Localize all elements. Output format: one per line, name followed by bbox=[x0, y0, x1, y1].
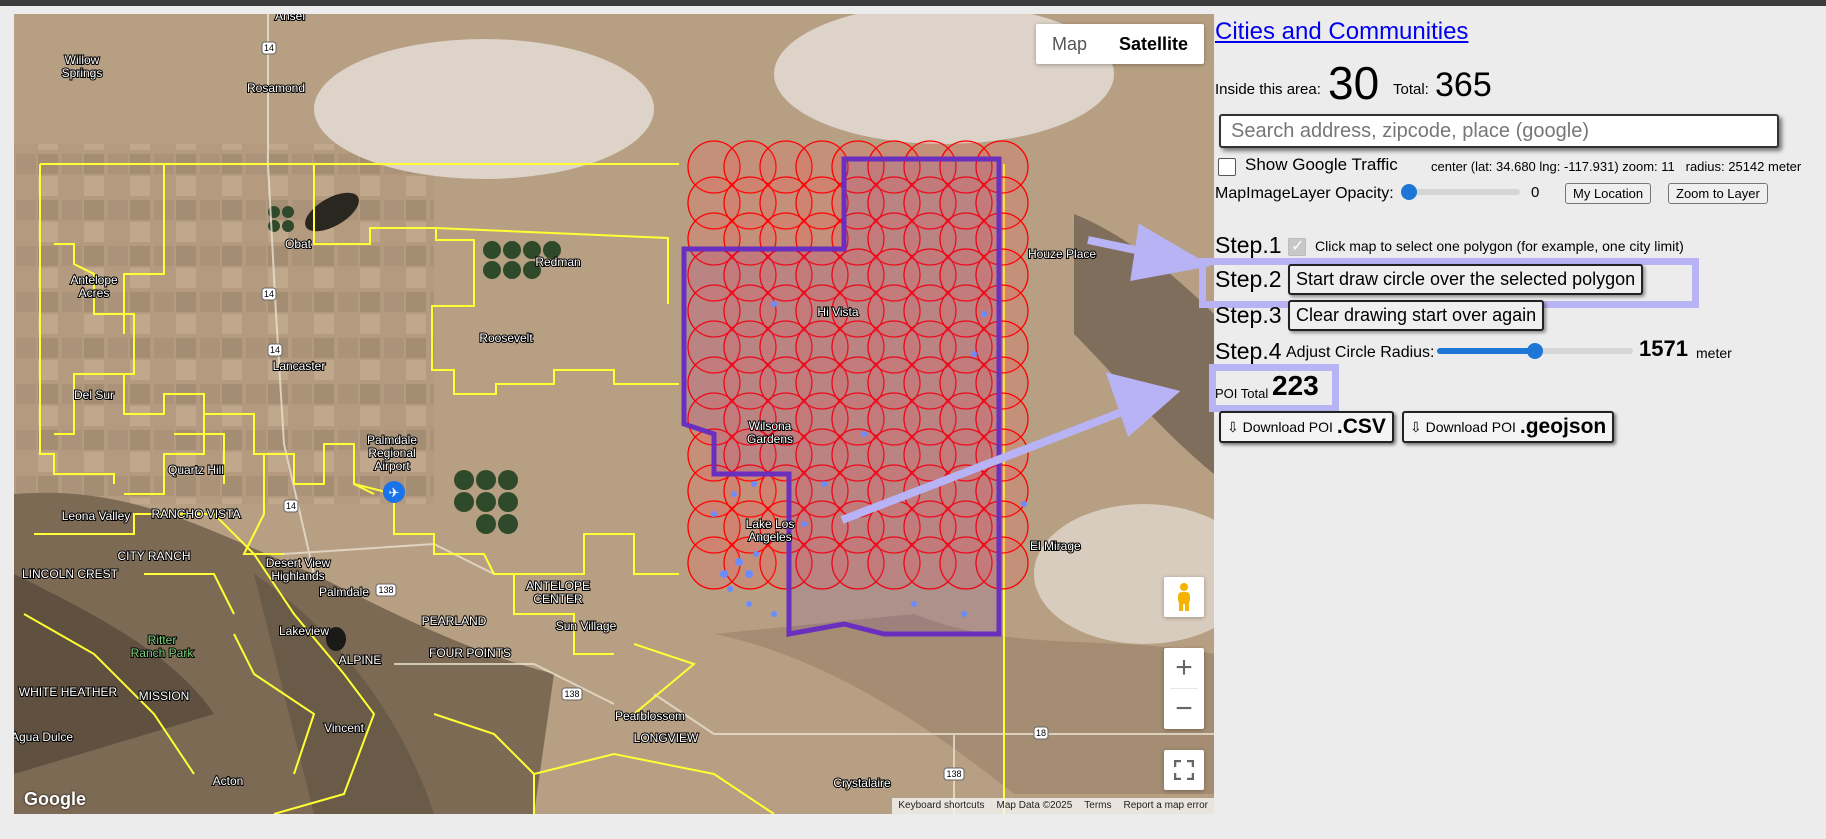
svg-text:138: 138 bbox=[378, 585, 393, 595]
clear-drawing-button[interactable]: Clear drawing start over again bbox=[1288, 300, 1545, 331]
inside-area-count: 30 bbox=[1328, 57, 1380, 109]
my-location-button[interactable]: My Location bbox=[1565, 183, 1652, 204]
download-csv-button[interactable]: ⇩ Download POI .CSV bbox=[1219, 411, 1394, 443]
map-label-wilsona: Wilsona Gardens bbox=[747, 419, 793, 446]
radius-value: 1571 bbox=[1639, 336, 1688, 361]
google-logo: Google bbox=[24, 789, 86, 809]
opacity-value: 0 bbox=[1531, 184, 1540, 201]
step1-label: Step.1 bbox=[1215, 232, 1282, 258]
report-map-error-link[interactable]: Report a map error bbox=[1118, 798, 1214, 814]
svg-text:14: 14 bbox=[264, 289, 274, 299]
map-label-anselr: Ansel bbox=[275, 14, 305, 23]
map-label-four-points: FOUR POINTS bbox=[429, 646, 511, 660]
radius-slider-fill bbox=[1437, 348, 1535, 354]
map-label-hi-vista: Hi Vista bbox=[817, 305, 858, 319]
street-view-pegman-icon[interactable] bbox=[1164, 577, 1204, 617]
download-csv-ext: .CSV bbox=[1336, 415, 1386, 438]
opacity-slider-track[interactable] bbox=[1405, 189, 1520, 195]
svg-text:✈: ✈ bbox=[389, 486, 400, 501]
svg-text:14: 14 bbox=[286, 501, 296, 511]
map-label-lakeview: Lakeview bbox=[279, 624, 329, 638]
download-geojson-ext: .geojson bbox=[1519, 415, 1607, 438]
download-geojson-button[interactable]: ⇩ Download POI .geojson bbox=[1402, 411, 1615, 443]
map-label-obat: Obat bbox=[285, 237, 312, 251]
step1-checkbox[interactable] bbox=[1288, 236, 1306, 256]
svg-text:138: 138 bbox=[564, 689, 579, 699]
download-csv-prefix: ⇩ Download POI bbox=[1227, 418, 1333, 435]
map-label-roosevelt: Roosevelt bbox=[479, 331, 533, 345]
map-type-map-button[interactable]: Map bbox=[1036, 24, 1103, 64]
map-label-houze-place: Houze Place bbox=[1028, 247, 1096, 261]
map-label-lincoln-crest: LINCOLN CREST bbox=[22, 567, 119, 581]
map-label-acton: Acton bbox=[213, 774, 244, 788]
map-label-rancho-vista: RANCHO VISTA bbox=[151, 507, 240, 521]
map-label-redman: Redman bbox=[535, 255, 580, 269]
map[interactable]: 14 14 14 14 138 138 138 18 Antelope Acres… bbox=[14, 14, 1214, 814]
zoom-control: + − bbox=[1164, 648, 1204, 729]
traffic-label: Show Google Traffic bbox=[1245, 155, 1398, 174]
map-label-city-ranch: CITY RANCH bbox=[117, 549, 190, 563]
map-center-info: center (lat: 34.680 lng: -117.931) zoom:… bbox=[1431, 159, 1802, 174]
map-label-mission: MISSION bbox=[139, 689, 190, 703]
map-label-rosamond: Rosamond bbox=[247, 81, 305, 95]
download-geojson-prefix: ⇩ Download POI bbox=[1410, 418, 1516, 435]
map-type-satellite-button[interactable]: Satellite bbox=[1103, 24, 1204, 64]
svg-text:14: 14 bbox=[270, 345, 280, 355]
step4-text: Adjust Circle Radius: bbox=[1286, 344, 1435, 361]
map-label-longview: LONGVIEW bbox=[634, 731, 699, 745]
inside-area-label: Inside this area: bbox=[1215, 81, 1321, 98]
map-label-pearblossom: Pearblossom bbox=[615, 709, 685, 723]
map-label-leona-valley: Leona Valley bbox=[62, 509, 131, 523]
poi-total-label: POI Total bbox=[1215, 386, 1269, 401]
zoom-out-icon[interactable]: − bbox=[1164, 689, 1204, 729]
map-label-vincent: Vincent bbox=[324, 721, 364, 735]
step2-label: Step.2 bbox=[1215, 266, 1282, 292]
step4-label: Step.4 bbox=[1215, 338, 1282, 364]
map-label-lake-la: Lake Los Angeles bbox=[746, 517, 795, 544]
satellite-map-layer[interactable]: 14 14 14 14 138 138 138 18 Antelope Acres… bbox=[14, 14, 1214, 814]
opacity-label: MapImageLayer Opacity: bbox=[1215, 185, 1394, 202]
map-label-agua-dulce: Agua Dulce bbox=[14, 730, 73, 744]
map-label-pearland: PEARLAND bbox=[422, 614, 487, 628]
svg-text:14: 14 bbox=[264, 43, 274, 53]
browser-top-bar bbox=[0, 0, 1826, 6]
map-label-crystalaire: Crystalaire bbox=[833, 776, 891, 790]
map-label-willow-springs: Willow Springs bbox=[62, 53, 103, 80]
map-label-sun-village: Sun Village bbox=[556, 619, 617, 633]
total-count: 365 bbox=[1435, 66, 1492, 104]
radius-unit: meter bbox=[1696, 345, 1732, 361]
map-label-desert-view: Desert View Highlands bbox=[266, 556, 331, 583]
map-label-palmdale: Palmdale bbox=[319, 585, 369, 599]
zoom-in-icon[interactable]: + bbox=[1164, 648, 1204, 688]
map-label-del-sur: Del Sur bbox=[74, 388, 114, 402]
opacity-slider-thumb[interactable] bbox=[1401, 184, 1417, 200]
map-label-antelope-center: ANTELOPE CENTER bbox=[526, 579, 590, 606]
keyboard-shortcuts-link[interactable]: Keyboard shortcuts bbox=[892, 798, 990, 814]
side-panel: Cities and Communities Inside this area:… bbox=[1199, 14, 1815, 814]
terms-link[interactable]: Terms bbox=[1078, 798, 1117, 814]
fullscreen-icon[interactable] bbox=[1164, 750, 1204, 790]
start-draw-circle-button[interactable]: Start draw circle over the selected poly… bbox=[1288, 264, 1644, 295]
search-input[interactable] bbox=[1219, 114, 1779, 148]
map-data-text: Map Data ©2025 bbox=[996, 800, 1073, 811]
map-attribution: Keyboard shortcuts Map Data ©2025 Terms … bbox=[892, 798, 1214, 814]
map-label-lancaster: Lancaster bbox=[273, 359, 326, 373]
total-label: Total: bbox=[1393, 81, 1429, 98]
step3-label: Step.3 bbox=[1215, 302, 1282, 328]
step1-text: Click map to select one polygon (for exa… bbox=[1315, 238, 1684, 254]
map-label-alpine: ALPINE bbox=[339, 653, 382, 667]
map-label-quartz-hill: Quartz Hill bbox=[168, 463, 224, 477]
zoom-to-layer-button[interactable]: Zoom to Layer bbox=[1668, 183, 1768, 204]
cities-communities-link[interactable]: Cities and Communities bbox=[1215, 18, 1468, 46]
map-label-white-heather: WHITE HEATHER bbox=[19, 685, 118, 699]
svg-text:138: 138 bbox=[946, 769, 961, 779]
map-type-control: Map Satellite bbox=[1035, 24, 1204, 64]
poi-total-value: 223 bbox=[1272, 370, 1319, 401]
traffic-checkbox[interactable] bbox=[1218, 158, 1236, 176]
svg-text:18: 18 bbox=[1036, 728, 1046, 738]
radius-slider-thumb[interactable] bbox=[1527, 343, 1543, 359]
map-label-el-mirage: El Mirage bbox=[1030, 539, 1081, 553]
